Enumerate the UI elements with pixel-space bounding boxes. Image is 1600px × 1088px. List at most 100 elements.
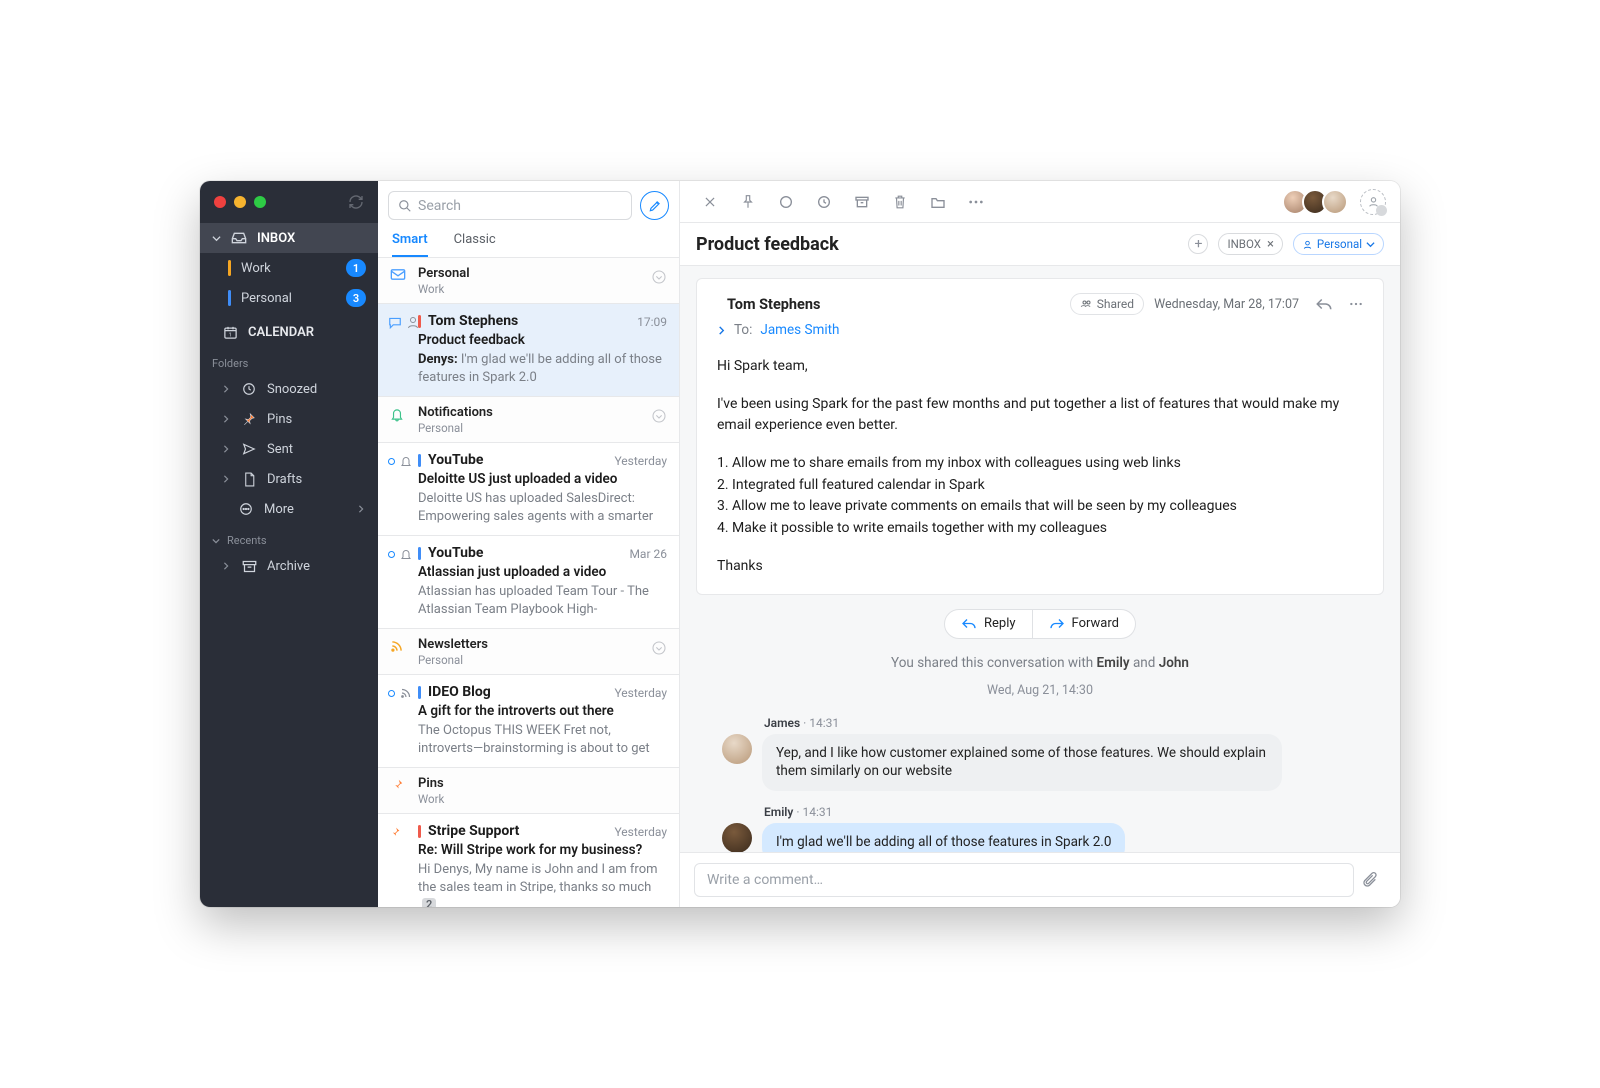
reply-button[interactable]: Reply [944,609,1033,639]
more-button[interactable] [960,186,992,218]
sidebar-item-label: Work [241,261,336,276]
group-sub: Personal [418,421,667,435]
recents-header[interactable]: Recents [200,524,378,551]
account-bar [418,686,421,699]
message-toolbar [680,181,1400,223]
message-item[interactable]: Tom Stephens 17:09 Product feedback Deny… [378,304,679,397]
attach-button[interactable] [1354,871,1386,889]
sidebar-item-work[interactable]: Work 1 [200,253,378,283]
sidebar-drafts[interactable]: Drafts [200,464,378,494]
color-bar [228,290,231,306]
unread-badge: 1 [346,259,366,277]
sidebar-item-label: Archive [267,559,366,574]
comment-composer: Write a comment… [680,852,1400,907]
group-title: Newsletters [418,637,667,652]
app-window: INBOX Work 1 Personal 3 1 CALENDAR Folde… [200,181,1400,907]
from-text: IDEO Blog [428,684,491,700]
to-value[interactable]: James Smith [760,322,839,338]
close-button[interactable] [694,186,726,218]
read-button[interactable] [770,186,802,218]
comment-item: James · 14:31 Yep, and I like how custom… [722,716,1358,792]
sidebar-inbox[interactable]: INBOX [200,223,378,253]
reply-icon-button[interactable] [1315,297,1333,311]
message-preview: Denys: I'm glad we'll be adding all of t… [418,351,667,386]
group-sub: Work [418,792,667,806]
snooze-button[interactable] [808,186,840,218]
message-item[interactable]: YouTube Yesterday Deloitte US just uploa… [378,443,679,536]
participants[interactable] [1288,189,1348,215]
add-participant-button[interactable] [1360,189,1386,215]
avatar [1322,189,1348,215]
delete-button[interactable] [884,186,916,218]
tab-classic[interactable]: Classic [454,226,496,257]
message-from: Tom Stephens [418,313,667,329]
sidebar-snoozed[interactable]: Snoozed [200,374,378,404]
bell-icon [390,407,404,422]
chevron-right-icon [222,475,231,483]
email-body-scroll[interactable]: Tom Stephens Shared Wednesday, Mar 28, 1… [680,266,1400,852]
message-item[interactable]: YouTube Mar 26 Atlassian just uploaded a… [378,536,679,629]
pin-button[interactable] [732,186,764,218]
search-bar: Search [378,181,679,220]
email-content: Hi Spark team, I've been using Spark for… [717,356,1363,578]
chevron-right-icon[interactable] [717,326,726,335]
archive-button[interactable] [846,186,878,218]
tab-smart[interactable]: Smart [392,226,428,257]
label-inbox[interactable]: INBOX× [1218,233,1282,255]
message-scroll[interactable]: Personal Work Tom Stephens 17:09 Product… [378,258,679,907]
message-icons [388,316,419,329]
label-personal[interactable]: Personal [1293,233,1384,255]
search-input[interactable]: Search [388,191,632,220]
group-pins[interactable]: Pins Work [378,768,679,814]
search-placeholder: Search [418,198,461,214]
person-icon [1302,239,1313,250]
sidebar-item-personal[interactable]: Personal 3 [200,283,378,313]
message-time: Yesterday [614,825,667,839]
add-label-button[interactable]: + [1188,234,1208,254]
chevron-right-icon [222,445,231,453]
group-title: Pins [418,776,667,791]
message-preview: Deloitte US has uploaded SalesDirect: Em… [418,490,667,525]
share-date: Wed, Aug 21, 14:30 [696,683,1384,698]
shared-badge[interactable]: Shared [1070,293,1144,315]
email-to: To: James Smith [717,322,1363,338]
message-item[interactable]: Stripe Support Yesterday Re: Will Stripe… [378,814,679,907]
email-date: Wednesday, Mar 28, 17:07 [1154,297,1299,312]
sidebar-more[interactable]: More [200,494,378,524]
compose-button[interactable] [640,191,669,220]
message-list: Search Smart Classic Personal Work [378,181,680,907]
minimize-dot[interactable] [234,196,246,208]
share-info: You shared this conversation with Emily … [696,655,1384,671]
move-button[interactable] [922,186,954,218]
sidebar-pins[interactable]: Pins [200,404,378,434]
group-personal[interactable]: Personal Work [378,258,679,304]
person-icon [1367,195,1380,208]
subject-row: Product feedback + INBOX× Personal [680,223,1400,266]
message-item[interactable]: IDEO Blog Yesterday A gift for the intro… [378,675,679,768]
sidebar-sent[interactable]: Sent [200,434,378,464]
close-dot[interactable] [214,196,226,208]
sidebar-archive[interactable]: Archive [200,551,378,581]
archive-icon [241,558,257,574]
collapse-icon[interactable] [651,640,667,656]
sidebar-calendar[interactable]: 1 CALENDAR [200,317,378,347]
group-title: Notifications [418,405,667,420]
account-bar [418,547,421,560]
message-subject: Re: Will Stripe work for my business? [418,842,667,858]
sync-icon [348,194,364,210]
rss-icon [390,639,404,653]
reply-icon [961,617,977,630]
group-notifications[interactable]: Notifications Personal [378,397,679,443]
zoom-dot[interactable] [254,196,266,208]
message-subject: A gift for the introverts out there [418,703,667,719]
pin-icon [388,826,401,839]
collapse-icon[interactable] [651,269,667,285]
more-icon-button[interactable] [1349,302,1363,306]
comment-input[interactable]: Write a comment… [694,863,1354,897]
group-newsletters[interactable]: Newsletters Personal [378,629,679,675]
forward-button[interactable]: Forward [1033,609,1136,639]
reply-forward-bar: Reply Forward [696,609,1384,639]
collapse-icon[interactable] [651,408,667,424]
svg-text:1: 1 [228,332,231,338]
message-time: Mar 26 [629,547,667,561]
